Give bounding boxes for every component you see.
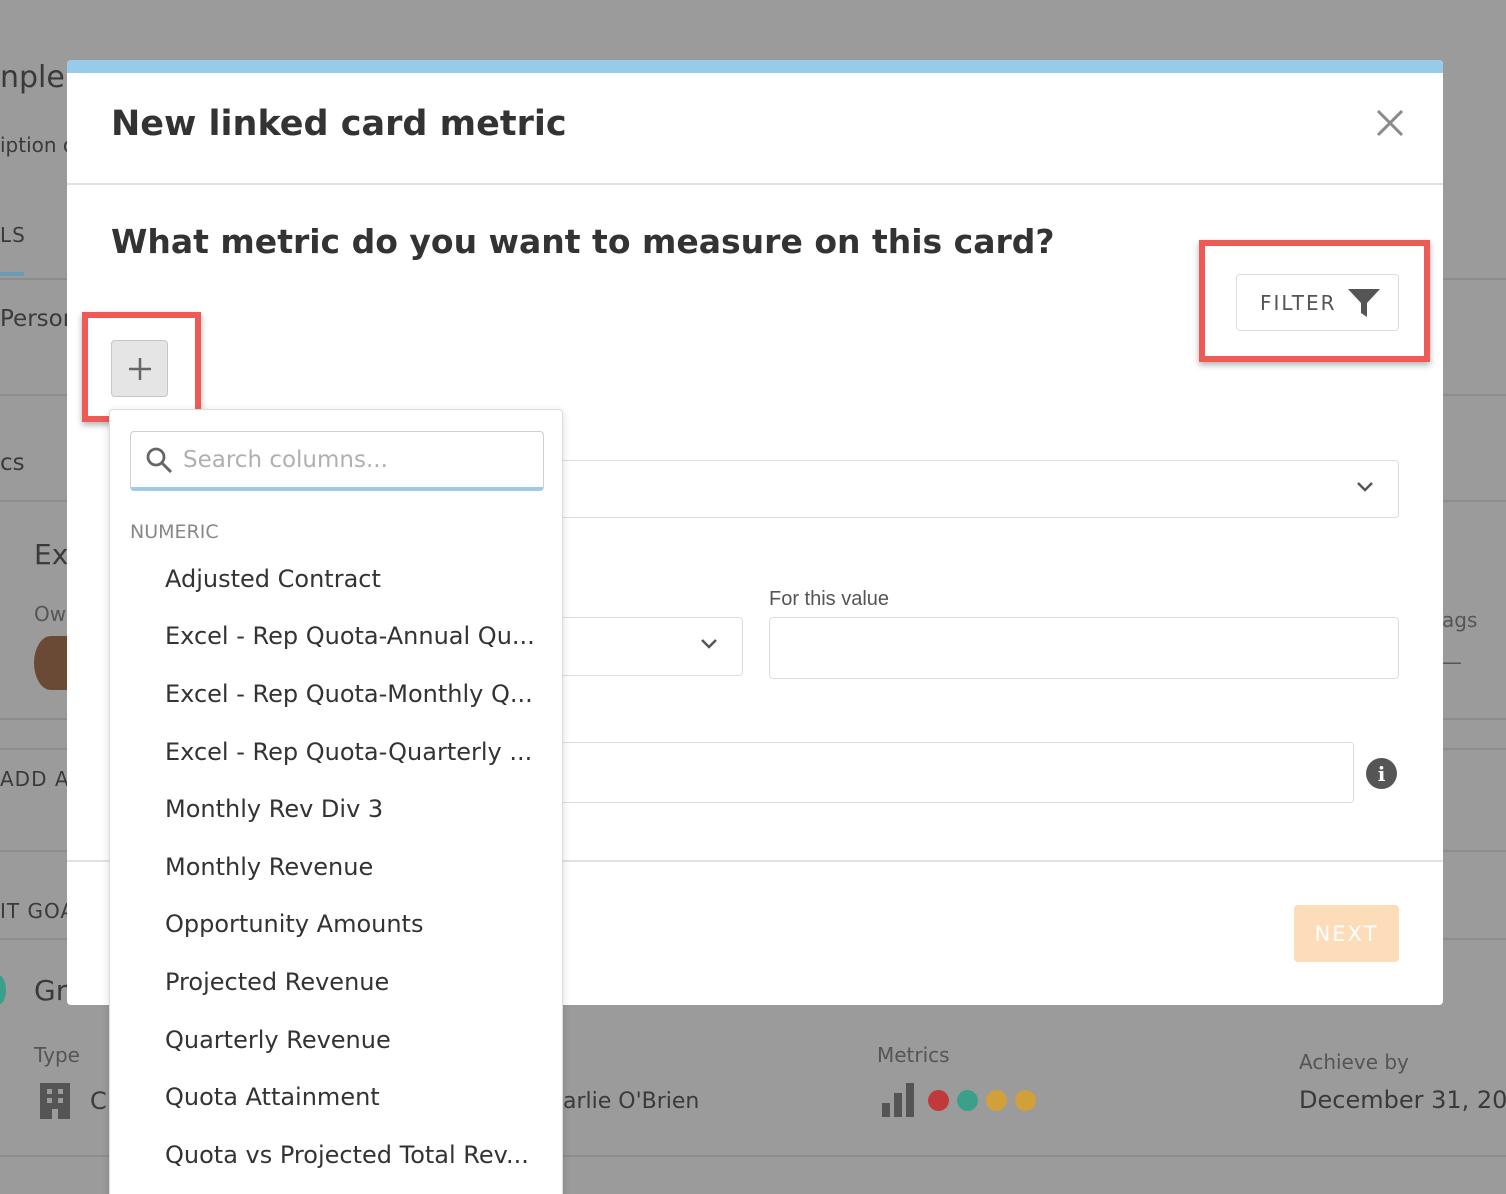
column-option[interactable]: Monthly Rev Div 3 [110,780,562,838]
close-icon[interactable] [1373,106,1407,140]
type-label: Type [34,1043,80,1067]
metric-name-input[interactable] [507,742,1354,803]
group-label-numeric: NUMERIC [130,521,219,543]
metric-status-dot [957,1090,978,1111]
achieve-by-value: December 31, 202 [1299,1086,1506,1114]
column-option[interactable]: Excel - Rep Quota-Quarterly ... [110,723,562,781]
bar-chart-icon [882,1083,914,1117]
section-title: cs [0,450,25,476]
column-option[interactable]: Excel - Rep Quota-Annual Qu... [110,608,562,666]
chevron-down-icon [1357,482,1373,492]
value-field-label: For this value [769,588,890,610]
tags-value: — [1442,650,1462,674]
column-option[interactable]: Adjusted Contract [110,550,562,608]
tags-label: ags [1442,608,1478,632]
building-icon [40,1083,70,1119]
modal-accent-bar [67,60,1443,73]
metric-status-dot [1015,1090,1036,1111]
column-option[interactable]: Opportunity Amounts [110,896,562,954]
metric-status-dots [928,1090,1036,1111]
card-title: Ex [34,538,69,571]
column-option[interactable]: Quota Attainment [110,1068,562,1126]
metric-question: What metric do you want to measure on th… [111,222,1055,261]
column-option[interactable]: Excel - Rep Quota-Monthly Q... [110,665,562,723]
column-dropdown: NUMERIC Adjusted Contract Excel - Rep Qu… [109,409,563,1194]
column-option[interactable]: Projected Revenue [110,953,562,1011]
achieve-by-label: Achieve by [1299,1050,1409,1074]
filter-button[interactable]: FILTER [1236,274,1399,331]
page-description: iption o [0,133,76,157]
metrics-label: Metrics [877,1043,950,1067]
plus-icon [128,357,151,380]
filter-button-label: FILTER [1260,290,1337,315]
owner-label: Ow [34,602,67,626]
person-filter[interactable]: Person [0,306,77,332]
info-icon[interactable]: i [1366,758,1397,789]
value-input[interactable] [769,617,1399,679]
goal-status-icon [0,975,6,1005]
owner-name: arlie O'Brien [563,1089,700,1114]
active-tab-indicator [0,272,24,276]
add-column-button[interactable] [111,340,168,397]
search-input[interactable] [183,446,523,473]
chevron-down-icon [701,639,717,649]
column-option[interactable]: Monthly Revenue [110,838,562,896]
goal-title: Gr [34,974,68,1007]
column-option[interactable]: Quota vs Projected Total Rev... [110,1126,562,1184]
metric-status-dot [986,1090,1007,1111]
column-option[interactable]: Quarterly Revenue [110,1011,562,1069]
avatar [34,636,68,690]
goals-section-title: IT GOA [0,899,76,923]
header-divider [67,183,1443,185]
metric-status-dot [928,1090,949,1111]
column-options-list: Adjusted Contract Excel - Rep Quota-Annu… [110,550,562,1184]
add-button[interactable]: ADD A [0,767,70,791]
aggregation-select[interactable] [507,460,1399,518]
type-value: C [90,1087,107,1115]
next-button[interactable]: NEXT [1294,905,1399,962]
tab-goals[interactable]: LS [0,223,26,247]
search-box[interactable] [130,431,544,491]
filter-icon [1347,288,1380,317]
modal-title: New linked card metric [111,104,567,144]
search-icon [146,447,173,473]
